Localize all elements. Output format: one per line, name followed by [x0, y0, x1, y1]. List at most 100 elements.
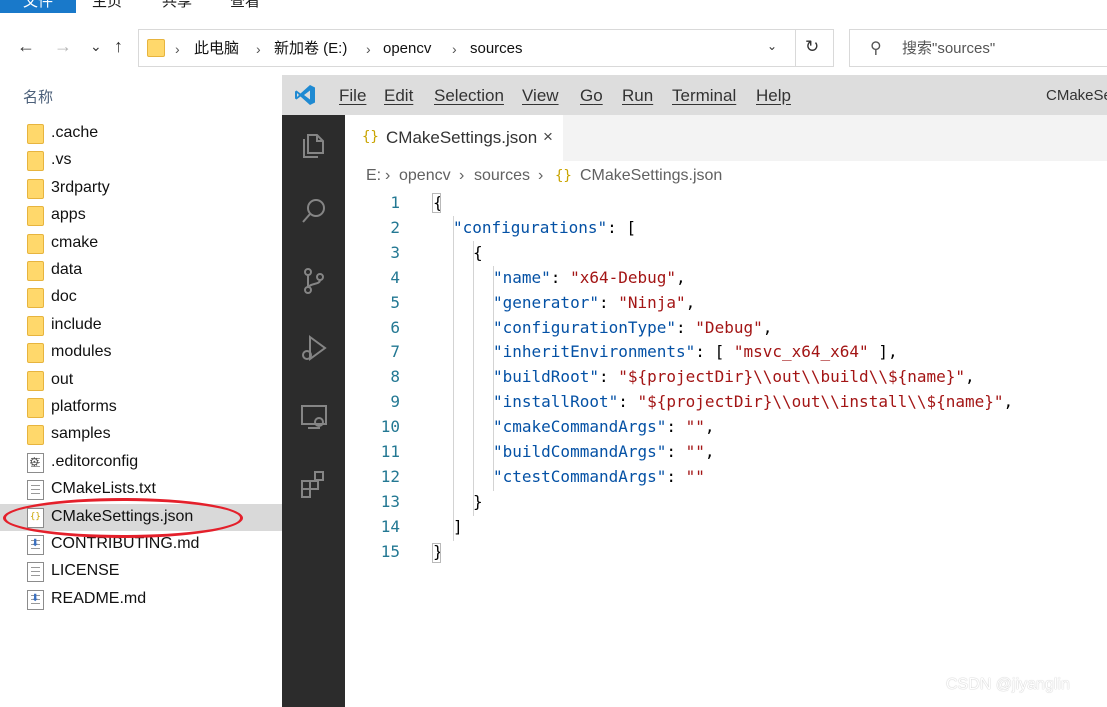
file-row[interactable]: out	[0, 367, 282, 394]
line-number: 15	[380, 541, 400, 561]
menu-help[interactable]: Help	[756, 86, 791, 106]
code-line: 2 "configurations": [	[345, 216, 1107, 241]
file-row[interactable]: modules	[0, 339, 282, 366]
back-arrow-icon[interactable]: ←	[17, 34, 35, 58]
code-content: "configurations": [	[453, 218, 636, 238]
code-content: ]	[453, 517, 463, 537]
ribbon-tab-view[interactable]: 查看	[230, 0, 260, 13]
folder-icon	[27, 261, 44, 281]
file-name: out	[51, 370, 74, 388]
chevron-right-icon[interactable]: ›	[175, 39, 180, 59]
file-row[interactable]: data	[0, 257, 282, 284]
menu-terminal[interactable]: Terminal	[672, 86, 736, 106]
code-line: 11 "buildCommandArgs": "",	[345, 440, 1107, 465]
file-row[interactable]: apps	[0, 202, 282, 229]
code-line: 10 "cmakeCommandArgs": "",	[345, 415, 1107, 440]
json-punctuation: ]	[453, 516, 463, 536]
config-file-icon	[27, 452, 44, 473]
breadcrumb-sources[interactable]: sources	[470, 39, 523, 59]
chevron-right-icon[interactable]: ›	[452, 39, 457, 59]
forward-arrow-icon[interactable]: →	[54, 34, 72, 58]
folder-icon	[27, 206, 44, 227]
file-row[interactable]: samples	[0, 421, 282, 448]
menu-selection[interactable]: Selection	[434, 86, 504, 106]
editor-area: {} CMakeSettings.json × E: › opencv › so…	[345, 115, 1107, 707]
watermark: CSDN @jiyanglin	[946, 676, 1070, 693]
code-editor[interactable]: 1{2 "configurations": [3{4 "name": "x64-De…	[345, 191, 1107, 707]
refresh-icon[interactable]: ↻	[805, 37, 819, 57]
file-row[interactable]: .cache	[0, 120, 282, 147]
file-row[interactable]: .editorconfig	[0, 449, 282, 476]
breadcrumb-drive[interactable]: E:	[366, 166, 381, 186]
explorer-icon[interactable]	[298, 129, 330, 161]
search-box[interactable]: ⚲ 搜索"sources"	[849, 29, 1107, 67]
run-debug-icon[interactable]	[298, 332, 330, 364]
file-row[interactable]: doc	[0, 284, 282, 311]
ribbon-tab-file[interactable]: 文件	[0, 0, 76, 13]
json-punctuation: : [	[695, 342, 734, 362]
breadcrumb-opencv[interactable]: opencv	[383, 39, 431, 59]
line-number: 8	[390, 367, 400, 387]
source-control-icon[interactable]	[298, 265, 330, 297]
code-content: "ctestCommandArgs": ""	[493, 467, 705, 487]
file-row[interactable]: include	[0, 312, 282, 339]
file-row[interactable]: LICENSE	[0, 558, 282, 585]
extensions-icon[interactable]	[298, 468, 330, 500]
file-row[interactable]: README.md	[0, 586, 282, 613]
json-string: "Debug"	[695, 317, 763, 337]
breadcrumb-drive-e[interactable]: 新加卷 (E:)	[274, 39, 347, 59]
line-number: 1	[390, 193, 400, 212]
json-punctuation: :	[618, 392, 638, 412]
line-number: 10	[380, 417, 400, 437]
markdown-file-icon	[27, 589, 44, 610]
file-row[interactable]: 3rdparty	[0, 175, 282, 202]
json-string: "Ninja"	[618, 292, 686, 312]
remote-explorer-icon[interactable]	[298, 401, 330, 433]
close-icon[interactable]: ×	[543, 127, 553, 147]
address-dropdown-chevron-icon[interactable]: ⌄	[767, 39, 777, 53]
menu-go[interactable]: Go	[580, 86, 603, 106]
code-content: "name": "x64-Debug",	[493, 268, 686, 288]
json-key: "configurations"	[453, 217, 608, 237]
file-name: data	[51, 261, 83, 278]
json-string: "${projectDir}\\out\\build\\${name}"	[618, 367, 966, 387]
chevron-right-icon[interactable]: ›	[366, 39, 371, 59]
folder-icon	[27, 370, 44, 391]
up-arrow-icon[interactable]: ↑	[114, 34, 123, 58]
menu-run[interactable]: Run	[622, 86, 653, 106]
code-line: 9 "installRoot": "${projectDir}\\out\\ins…	[345, 390, 1107, 415]
ribbon-tab-share[interactable]: 共享	[162, 0, 192, 13]
json-key: "generator"	[493, 292, 599, 312]
recent-locations-chevron-icon[interactable]: ⌄	[90, 34, 102, 58]
line-number: 13	[380, 491, 400, 511]
code-line: 13}	[345, 490, 1107, 515]
chevron-right-icon[interactable]: ›	[256, 39, 261, 59]
json-key: "buildRoot"	[493, 367, 599, 387]
file-row[interactable]: platforms	[0, 394, 282, 421]
column-header-name[interactable]: 名称	[23, 86, 53, 107]
folder-icon	[27, 315, 44, 336]
tab-cmakesettings-json[interactable]: {} CMakeSettings.json ×	[345, 115, 563, 161]
file-name: LICENSE	[51, 562, 120, 580]
folder-icon	[147, 39, 165, 57]
file-name: cmake	[51, 233, 99, 251]
menu-edit[interactable]: Edit	[384, 86, 413, 106]
breadcrumb-this-pc[interactable]: 此电脑	[194, 39, 239, 59]
code-line: 6 "configurationType": "Debug",	[345, 316, 1107, 341]
ribbon-tab-home[interactable]: 主页	[92, 0, 122, 13]
chevron-right-icon: ›	[459, 167, 465, 184]
explorer-address-row: ← → ⌄ ↑ › 此电脑 › 新加卷 (E:) › opencv › sour…	[0, 14, 1107, 82]
file-name: .vs	[51, 151, 72, 169]
line-number: 4	[390, 267, 400, 287]
file-row[interactable]: cmake	[0, 230, 282, 257]
file-row[interactable]: .vs	[0, 147, 282, 174]
breadcrumb-file[interactable]: CMakeSettings.json	[580, 166, 722, 186]
vscode-titlebar: File Edit Selection View Go Run Terminal Help C…	[282, 75, 1107, 115]
address-bar[interactable]: › 此电脑 › 新加卷 (E:) › opencv › sources ⌄ ↻	[138, 29, 834, 67]
breadcrumb-sources[interactable]: sources	[474, 166, 530, 186]
search-icon[interactable]	[298, 195, 330, 227]
menu-view[interactable]: View	[522, 86, 559, 106]
menu-file[interactable]: File	[339, 86, 366, 106]
markdown-file-icon	[27, 535, 44, 555]
breadcrumb-opencv[interactable]: opencv	[399, 166, 451, 186]
